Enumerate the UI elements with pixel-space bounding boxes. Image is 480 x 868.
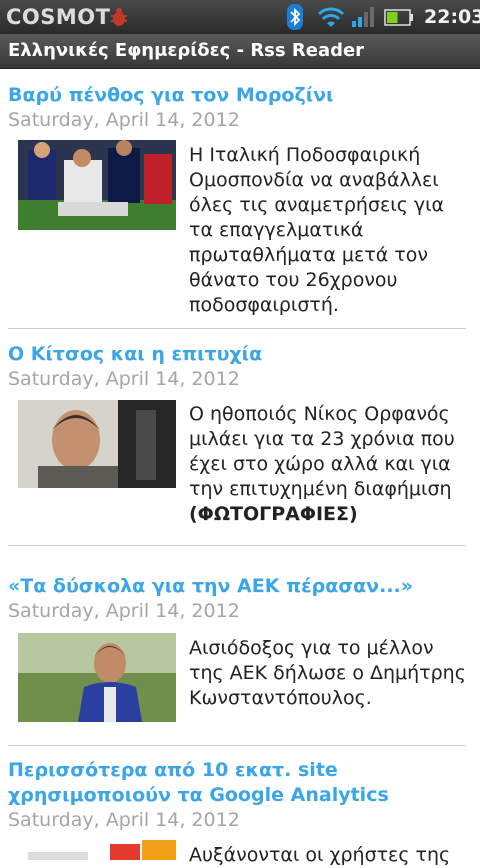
debug-bug-icon [111,8,127,26]
article-text-bold: (ΦΩΤΟΓΡΑΦΙΕΣ) [189,503,358,525]
wifi-icon [317,7,345,27]
article-text-main: Ο ηθοποιός Νίκος Ορφανός μιλάει για τα 2… [189,403,455,500]
article-date: Saturday, April 14, 2012 [8,109,240,131]
list-item[interactable]: «Τα δύσκολα για την ΑΕΚ πέρασαν...» Satu… [0,546,480,746]
article-thumbnail-actor-portrait [18,400,176,488]
article-thumbnail-analytics [18,840,176,860]
list-item[interactable]: Βαρύ πένθος για τον Μοροζίνι Saturday, A… [0,69,480,329]
article-text: Ο ηθοποιός Νίκος Ορφανός μιλάει για τα 2… [189,402,469,527]
signal-icon [352,7,374,27]
article-text: Αυξάνονται οι χρήστες της [189,844,451,866]
clock: 22:03 [424,6,480,28]
article-title[interactable]: Ο Κίτσος και η επιτυχία [8,342,468,367]
battery-icon [384,9,413,26]
article-title[interactable]: «Τα δύσκολα για την ΑΕΚ πέρασαν...» [8,574,468,599]
article-thumbnail-football-medics [18,140,176,230]
bluetooth-icon [287,4,303,30]
list-item[interactable]: Ο Κίτσος και η επιτυχία Saturday, April … [0,329,480,545]
list-item[interactable]: Περισσότερα από 10 εκατ. site χρησιμοποι… [0,746,480,866]
article-title[interactable]: Περισσότερα από 10 εκατ. site χρησιμοποι… [8,758,468,808]
carrier-name: COSMOT [6,5,111,29]
article-date: Saturday, April 14, 2012 [8,809,240,831]
app-title: Ελληνικές Εφημερίδες - Rss Reader [8,40,365,61]
app-title-bar: Ελληνικές Εφημερίδες - Rss Reader [0,34,480,69]
article-text: Αισιόδοξος για το μέλλον της ΑΕΚ δήλωσε … [189,637,466,709]
article-title[interactable]: Βαρύ πένθος για τον Μοροζίνι [8,83,468,108]
article-date: Saturday, April 14, 2012 [8,368,240,390]
status-bar: COSMOT 22:03 [0,0,480,34]
article-thumbnail-coach [18,633,176,722]
article-text: Η Ιταλική Ποδοσφαιρική Ομοσπονδία να ανα… [189,144,445,316]
article-date: Saturday, April 14, 2012 [8,600,240,622]
